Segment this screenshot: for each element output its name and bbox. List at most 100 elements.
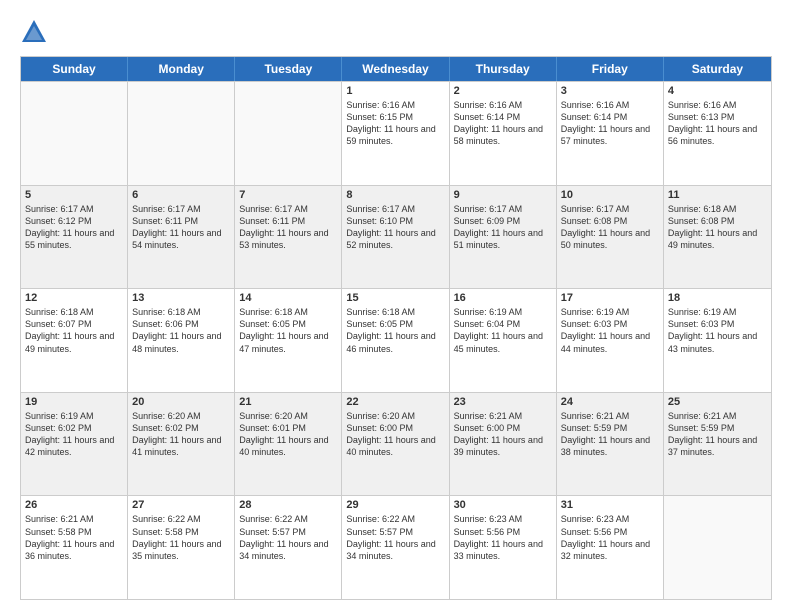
- cal-cell-3-3: 22 Sunrise: 6:20 AM Sunset: 6:00 PM Dayli…: [342, 393, 449, 496]
- day-number: 12: [25, 292, 123, 304]
- day-info: Sunrise: 6:16 AM Sunset: 6:14 PM Dayligh…: [454, 99, 552, 148]
- day-number: 15: [346, 292, 444, 304]
- day-number: 6: [132, 189, 230, 201]
- day-number: 13: [132, 292, 230, 304]
- cal-header-friday: Friday: [557, 57, 664, 81]
- day-info: Sunrise: 6:16 AM Sunset: 6:15 PM Dayligh…: [346, 99, 444, 148]
- day-number: 25: [668, 396, 767, 408]
- cal-cell-3-2: 21 Sunrise: 6:20 AM Sunset: 6:01 PM Dayli…: [235, 393, 342, 496]
- cal-cell-2-5: 17 Sunrise: 6:19 AM Sunset: 6:03 PM Dayli…: [557, 289, 664, 392]
- calendar-header-row: SundayMondayTuesdayWednesdayThursdayFrid…: [21, 57, 771, 81]
- day-number: 22: [346, 396, 444, 408]
- cal-cell-3-6: 25 Sunrise: 6:21 AM Sunset: 5:59 PM Dayli…: [664, 393, 771, 496]
- cal-header-sunday: Sunday: [21, 57, 128, 81]
- header: [20, 18, 772, 46]
- day-number: 9: [454, 189, 552, 201]
- day-number: 5: [25, 189, 123, 201]
- day-info: Sunrise: 6:18 AM Sunset: 6:05 PM Dayligh…: [346, 306, 444, 355]
- cal-cell-2-0: 12 Sunrise: 6:18 AM Sunset: 6:07 PM Dayli…: [21, 289, 128, 392]
- day-number: 16: [454, 292, 552, 304]
- cal-cell-4-2: 28 Sunrise: 6:22 AM Sunset: 5:57 PM Dayli…: [235, 496, 342, 599]
- cal-cell-1-1: 6 Sunrise: 6:17 AM Sunset: 6:11 PM Daylig…: [128, 186, 235, 289]
- cal-header-thursday: Thursday: [450, 57, 557, 81]
- logo: [20, 18, 52, 46]
- day-info: Sunrise: 6:17 AM Sunset: 6:11 PM Dayligh…: [239, 203, 337, 252]
- day-number: 29: [346, 499, 444, 511]
- cal-cell-0-6: 4Sunrise: 6:16 AM Sunset: 6:13 PM Daylig…: [664, 82, 771, 185]
- cal-cell-2-2: 14 Sunrise: 6:18 AM Sunset: 6:05 PM Dayli…: [235, 289, 342, 392]
- day-info: Sunrise: 6:17 AM Sunset: 6:10 PM Dayligh…: [346, 203, 444, 252]
- cal-cell-0-4: 2 Sunrise: 6:16 AM Sunset: 6:14 PM Daylig…: [450, 82, 557, 185]
- cal-header-tuesday: Tuesday: [235, 57, 342, 81]
- day-info: Sunrise: 6:17 AM Sunset: 6:08 PM Dayligh…: [561, 203, 659, 252]
- cal-header-wednesday: Wednesday: [342, 57, 449, 81]
- day-info: Sunrise: 6:23 AM Sunset: 5:56 PM Dayligh…: [561, 513, 659, 562]
- cal-cell-4-0: 26Sunrise: 6:21 AM Sunset: 5:58 PM Dayli…: [21, 496, 128, 599]
- day-info: Sunrise: 6:19 AM Sunset: 6:04 PM Dayligh…: [454, 306, 552, 355]
- day-number: 21: [239, 396, 337, 408]
- cal-header-saturday: Saturday: [664, 57, 771, 81]
- cal-row-1: 5 Sunrise: 6:17 AM Sunset: 6:12 PM Daylig…: [21, 185, 771, 289]
- day-info: Sunrise: 6:17 AM Sunset: 6:09 PM Dayligh…: [454, 203, 552, 252]
- cal-row-0: 1 Sunrise: 6:16 AM Sunset: 6:15 PM Daylig…: [21, 81, 771, 185]
- day-info: Sunrise: 6:22 AM Sunset: 5:58 PM Dayligh…: [132, 513, 230, 562]
- cal-cell-0-3: 1 Sunrise: 6:16 AM Sunset: 6:15 PM Daylig…: [342, 82, 449, 185]
- day-number: 23: [454, 396, 552, 408]
- day-number: 1: [346, 85, 444, 97]
- cal-cell-3-0: 19Sunrise: 6:19 AM Sunset: 6:02 PM Dayli…: [21, 393, 128, 496]
- calendar: SundayMondayTuesdayWednesdayThursdayFrid…: [20, 56, 772, 600]
- logo-icon: [20, 18, 48, 46]
- day-number: 17: [561, 292, 659, 304]
- day-number: 26: [25, 499, 123, 511]
- day-number: 28: [239, 499, 337, 511]
- cal-cell-2-3: 15 Sunrise: 6:18 AM Sunset: 6:05 PM Dayli…: [342, 289, 449, 392]
- day-info: Sunrise: 6:17 AM Sunset: 6:12 PM Dayligh…: [25, 203, 123, 252]
- day-number: 14: [239, 292, 337, 304]
- day-info: Sunrise: 6:21 AM Sunset: 6:00 PM Dayligh…: [454, 410, 552, 459]
- day-info: Sunrise: 6:19 AM Sunset: 6:02 PM Dayligh…: [25, 410, 123, 459]
- day-info: Sunrise: 6:23 AM Sunset: 5:56 PM Dayligh…: [454, 513, 552, 562]
- calendar-body: 1 Sunrise: 6:16 AM Sunset: 6:15 PM Daylig…: [21, 81, 771, 599]
- day-info: Sunrise: 6:19 AM Sunset: 6:03 PM Dayligh…: [561, 306, 659, 355]
- day-number: 8: [346, 189, 444, 201]
- cal-cell-1-5: 10 Sunrise: 6:17 AM Sunset: 6:08 PM Dayli…: [557, 186, 664, 289]
- day-info: Sunrise: 6:18 AM Sunset: 6:05 PM Dayligh…: [239, 306, 337, 355]
- cal-cell-1-4: 9 Sunrise: 6:17 AM Sunset: 6:09 PM Daylig…: [450, 186, 557, 289]
- cal-cell-4-4: 30Sunrise: 6:23 AM Sunset: 5:56 PM Dayli…: [450, 496, 557, 599]
- day-info: Sunrise: 6:18 AM Sunset: 6:07 PM Dayligh…: [25, 306, 123, 355]
- day-number: 27: [132, 499, 230, 511]
- cal-cell-4-1: 27 Sunrise: 6:22 AM Sunset: 5:58 PM Dayli…: [128, 496, 235, 599]
- day-info: Sunrise: 6:20 AM Sunset: 6:01 PM Dayligh…: [239, 410, 337, 459]
- cal-cell-0-1: [128, 82, 235, 185]
- day-number: 31: [561, 499, 659, 511]
- day-number: 20: [132, 396, 230, 408]
- cal-row-3: 19Sunrise: 6:19 AM Sunset: 6:02 PM Dayli…: [21, 392, 771, 496]
- cal-cell-1-3: 8 Sunrise: 6:17 AM Sunset: 6:10 PM Daylig…: [342, 186, 449, 289]
- day-info: Sunrise: 6:21 AM Sunset: 5:59 PM Dayligh…: [668, 410, 767, 459]
- cal-cell-3-4: 23 Sunrise: 6:21 AM Sunset: 6:00 PM Dayli…: [450, 393, 557, 496]
- day-number: 7: [239, 189, 337, 201]
- day-number: 11: [668, 189, 767, 201]
- day-info: Sunrise: 6:22 AM Sunset: 5:57 PM Dayligh…: [346, 513, 444, 562]
- cal-cell-2-1: 13 Sunrise: 6:18 AM Sunset: 6:06 PM Dayli…: [128, 289, 235, 392]
- day-number: 10: [561, 189, 659, 201]
- cal-cell-0-2: [235, 82, 342, 185]
- day-info: Sunrise: 6:18 AM Sunset: 6:06 PM Dayligh…: [132, 306, 230, 355]
- day-info: Sunrise: 6:17 AM Sunset: 6:11 PM Dayligh…: [132, 203, 230, 252]
- day-info: Sunrise: 6:16 AM Sunset: 6:14 PM Dayligh…: [561, 99, 659, 148]
- day-number: 18: [668, 292, 767, 304]
- day-info: Sunrise: 6:20 AM Sunset: 6:02 PM Dayligh…: [132, 410, 230, 459]
- cal-cell-4-5: 31 Sunrise: 6:23 AM Sunset: 5:56 PM Dayli…: [557, 496, 664, 599]
- day-info: Sunrise: 6:21 AM Sunset: 5:59 PM Dayligh…: [561, 410, 659, 459]
- cal-cell-4-3: 29 Sunrise: 6:22 AM Sunset: 5:57 PM Dayli…: [342, 496, 449, 599]
- cal-cell-4-6: [664, 496, 771, 599]
- day-number: 3: [561, 85, 659, 97]
- day-info: Sunrise: 6:18 AM Sunset: 6:08 PM Dayligh…: [668, 203, 767, 252]
- cal-cell-0-0: [21, 82, 128, 185]
- day-number: 4: [668, 85, 767, 97]
- day-info: Sunrise: 6:20 AM Sunset: 6:00 PM Dayligh…: [346, 410, 444, 459]
- day-number: 2: [454, 85, 552, 97]
- day-info: Sunrise: 6:22 AM Sunset: 5:57 PM Dayligh…: [239, 513, 337, 562]
- cal-cell-3-5: 24Sunrise: 6:21 AM Sunset: 5:59 PM Dayli…: [557, 393, 664, 496]
- cal-cell-2-6: 18Sunrise: 6:19 AM Sunset: 6:03 PM Dayli…: [664, 289, 771, 392]
